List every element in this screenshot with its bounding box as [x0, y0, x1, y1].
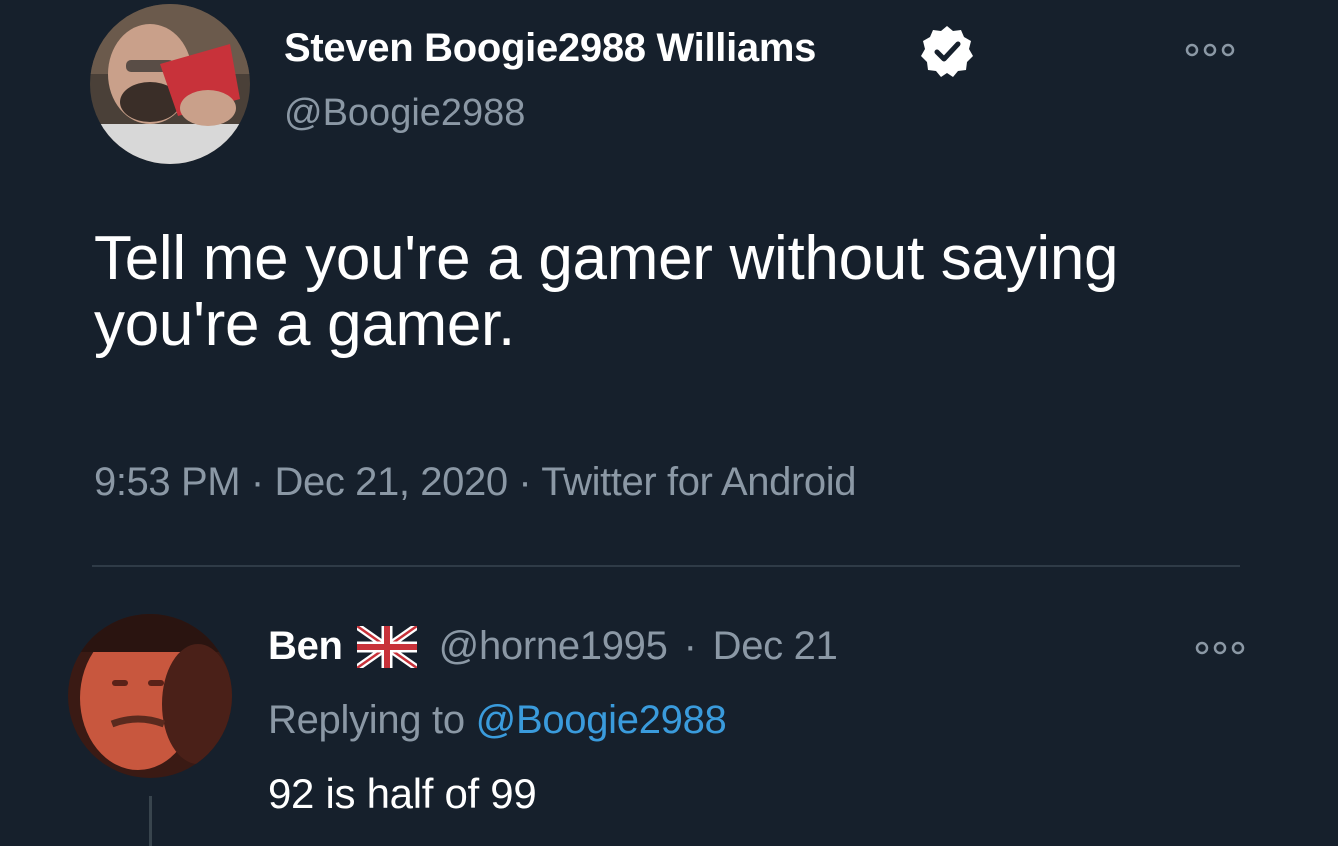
reply-header: Ben @horne1995 · Dec 21: [268, 622, 838, 671]
thread-line: [149, 796, 152, 846]
avatar-image: [90, 4, 250, 164]
separator-dot: ·: [683, 624, 697, 668]
tweet-text: Tell me you're a gamer without saying yo…: [94, 224, 1119, 359]
divider: [92, 565, 1240, 567]
avatar-image: [68, 614, 232, 778]
more-options-icon[interactable]: [1190, 638, 1250, 658]
author-handle[interactable]: @Boogie2988: [284, 92, 525, 135]
tweet-timestamp[interactable]: 9:53 PM · Dec 21, 2020 · Twitter for And…: [94, 460, 856, 505]
reply-date[interactable]: Dec 21: [713, 624, 838, 669]
reply-author-name[interactable]: Ben: [268, 624, 343, 669]
reply-author-handle[interactable]: @horne1995: [439, 624, 668, 669]
replying-to-label: Replying to: [268, 698, 465, 742]
verified-badge-icon: [918, 22, 976, 80]
reply-author-avatar[interactable]: [68, 614, 232, 778]
reply-text: 92 is half of 99: [268, 770, 537, 817]
author-name[interactable]: Steven Boogie2988 Williams: [284, 26, 816, 71]
author-avatar[interactable]: [90, 4, 250, 164]
replying-to-mention[interactable]: @Boogie2988: [476, 698, 727, 742]
more-options-icon[interactable]: [1180, 40, 1240, 60]
uk-flag-icon: [354, 622, 419, 671]
replying-to: Replying to @Boogie2988: [268, 698, 727, 743]
